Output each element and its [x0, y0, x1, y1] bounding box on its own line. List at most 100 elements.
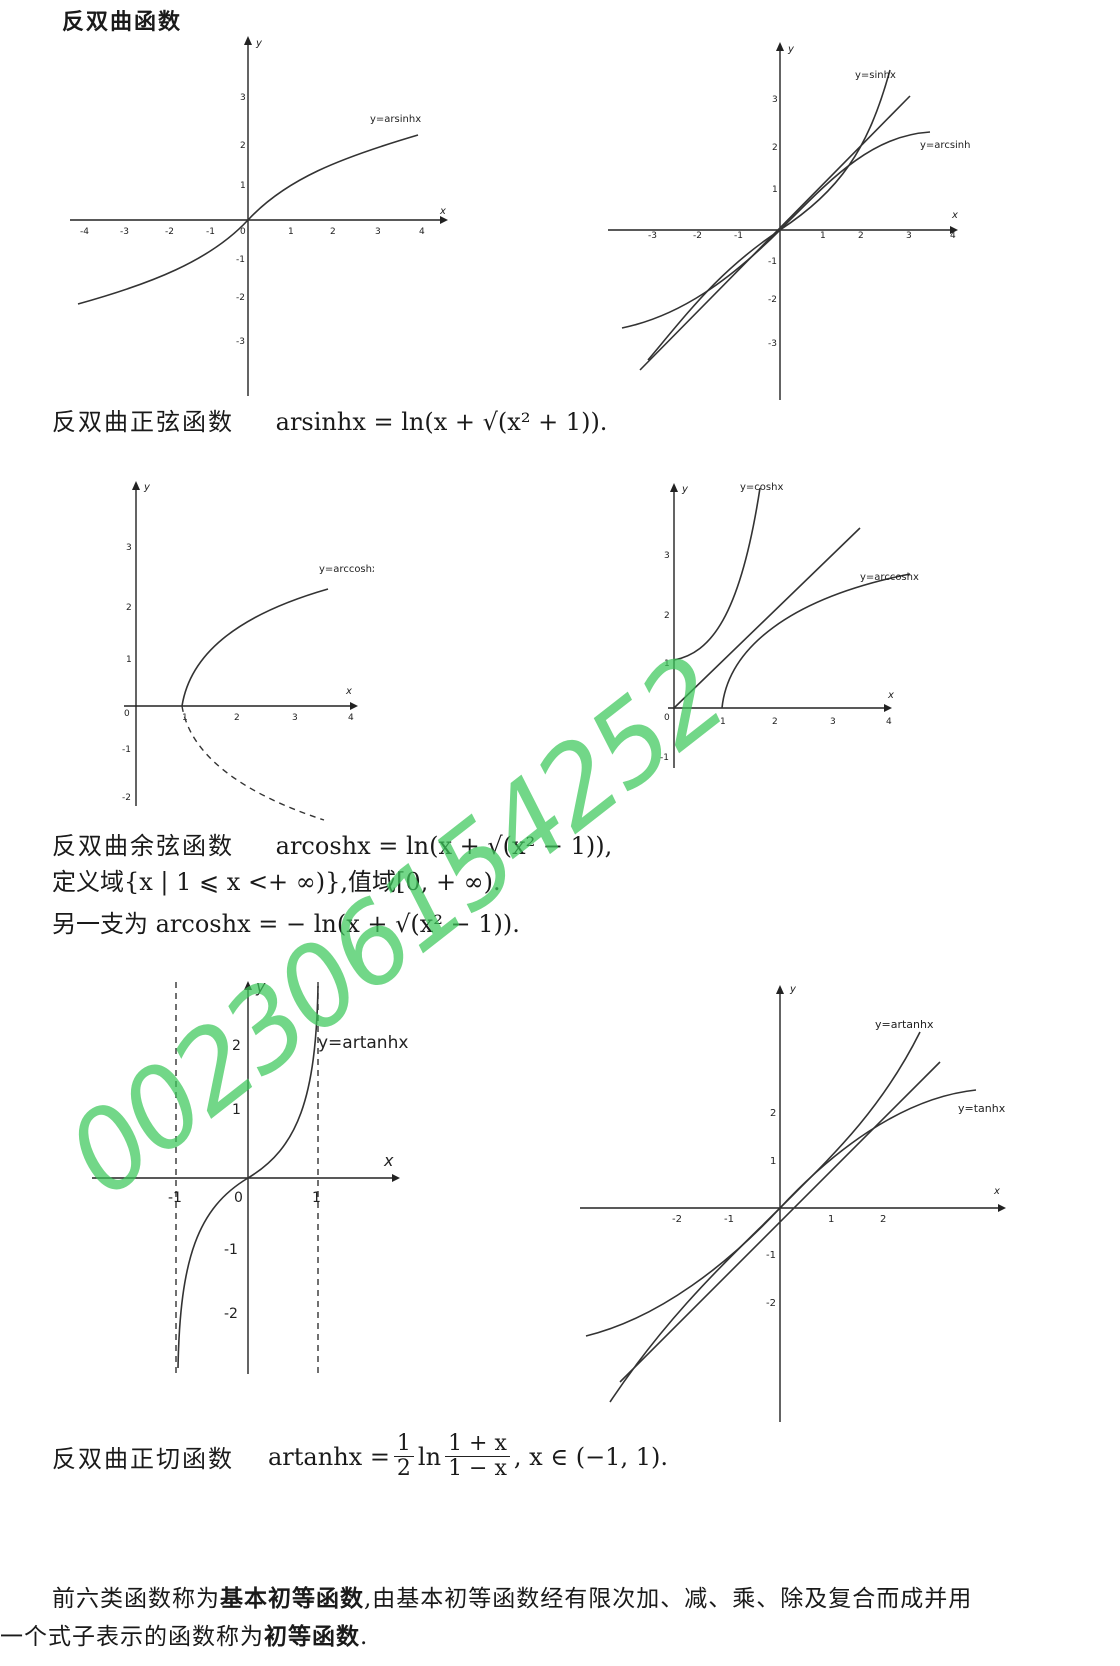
formula-lhs: artanhx =: [268, 1442, 390, 1471]
y-tick: 3: [126, 543, 132, 553]
fraction-denominator: 1 − x: [448, 1456, 507, 1482]
x-axis-label: x: [439, 206, 446, 217]
x-tick: 1: [820, 231, 826, 241]
y-tick: 2: [240, 141, 246, 151]
x-axis-arrow: [392, 1174, 400, 1182]
x-tick: -4: [80, 227, 89, 237]
closing-text: .: [360, 1624, 369, 1650]
y-tick: -3: [768, 339, 777, 349]
y-tick: -1: [236, 255, 245, 265]
y-tick: -1: [224, 1242, 238, 1258]
y-tick: -2: [236, 293, 245, 303]
x-tick: 2: [330, 227, 336, 237]
x-tick-labels: 0 1 2 3 4: [124, 709, 354, 723]
y-axis-arrow: [776, 985, 784, 994]
closing-text: 一个式子表示的函数称为: [0, 1624, 264, 1650]
term-elementary: 初等函数: [264, 1624, 360, 1650]
y-tick-labels: -2 -1 1 2 3: [122, 543, 132, 803]
y-tick: -2: [122, 793, 131, 803]
y-tick: -1: [122, 745, 131, 755]
formula-tail: , x ∈ (−1, 1).: [513, 1442, 668, 1471]
x-axis-arrow: [998, 1204, 1006, 1212]
curve-label-tanh: y=tanhx: [958, 1102, 1006, 1115]
fraction-numerator: 1 + x: [445, 1431, 510, 1458]
x-tick: 2: [858, 231, 864, 241]
x-tick: -3: [120, 227, 129, 237]
x-tick: 1: [288, 227, 294, 237]
curve-label-cosh: y=coshx: [740, 482, 783, 493]
y-axis-arrow: [244, 36, 252, 45]
y-tick: -2: [768, 295, 777, 305]
x-tick: -2: [672, 1214, 682, 1225]
formula-arsinh: 反双曲正弦函数 arsinhx = ln(x + √(x² + 1)).: [52, 402, 607, 437]
x-tick-labels: -1 0 1: [168, 1190, 321, 1206]
y-tick-labels: -3 -2 -1 1 2 3: [768, 95, 778, 349]
y-tick: 2: [770, 1108, 776, 1119]
y-axis-label: y: [787, 44, 795, 55]
y-axis-label: y: [143, 482, 151, 493]
sinh-curve: [647, 69, 891, 361]
y-tick: 1: [772, 185, 778, 195]
closing-line-1: 前六类函数称为基本初等函数,由基本初等函数经有限次加、减、乘、除及复合而成并用: [52, 1580, 1112, 1618]
graph-sinh-arsinh: x y -3 -2 -1 1 2 3 4 -3 -2 -1 1 2 3 y=si…: [608, 42, 970, 400]
x-tick-labels: -4 -3 -2 -1 0 1 2 3 4: [80, 227, 425, 237]
fraction-log-argument: 1 + x 1 − x: [445, 1431, 510, 1482]
y-axis-label: y: [789, 984, 797, 995]
curve-label-arcosh: y=arccoshx: [319, 564, 374, 575]
y-tick: 3: [240, 93, 246, 103]
curve-label-arsinh: y=arcsinhx: [920, 140, 970, 151]
y-axis-label: y: [681, 484, 689, 495]
x-axis-arrow: [440, 216, 448, 224]
x-tick: 3: [292, 713, 298, 723]
y-tick: 3: [772, 95, 778, 105]
y-axis-label: y: [255, 38, 263, 49]
x-tick: -1: [734, 231, 743, 241]
formula-expression: arsinhx = ln(x + √(x² + 1)).: [275, 408, 608, 436]
cosh-curve: [673, 487, 761, 661]
tanh-curve: [585, 1089, 977, 1337]
x-axis-label: x: [383, 1151, 394, 1170]
y-tick: -3: [236, 337, 245, 347]
curve-label-arsinh: y=arsinhx: [370, 114, 421, 125]
y-tick: 1: [770, 1156, 776, 1167]
y-tick: 2: [126, 603, 132, 613]
closing-line-2: 一个式子表示的函数称为初等函数.: [0, 1618, 1112, 1656]
x-tick: 3: [830, 717, 836, 727]
x-tick: 2: [772, 717, 778, 727]
x-axis-label: x: [345, 686, 352, 697]
graph-arcosh: x y 0 1 2 3 4 -2 -1 1 2 3 y=arccoshx: [122, 481, 374, 821]
x-axis-label: x: [887, 690, 894, 701]
y-tick: -2: [766, 1298, 776, 1309]
x-tick: 0: [124, 709, 130, 719]
y-tick: 1: [126, 655, 132, 665]
x-tick: 0: [240, 227, 246, 237]
y-tick: 2: [772, 143, 778, 153]
x-tick: 4: [886, 717, 892, 727]
x-tick: 2: [880, 1214, 886, 1225]
x-tick: 4: [950, 231, 956, 241]
closing-text: 前六类函数称为: [52, 1586, 220, 1612]
y-axis-arrow: [670, 483, 678, 492]
ln-symbol: ln: [417, 1442, 442, 1471]
y-tick: 3: [664, 551, 670, 561]
arcosh-curve: [721, 573, 911, 709]
section-heading: 反双曲函数: [62, 10, 183, 35]
formula-label: 反双曲正弦函数: [52, 408, 234, 436]
curve-label-artanh: y=artanhx: [875, 1018, 934, 1031]
formula-label: 反双曲余弦函数: [52, 832, 234, 860]
x-axis-label: x: [951, 210, 958, 221]
y-axis-arrow: [776, 42, 784, 51]
x-tick: -2: [165, 227, 174, 237]
y-tick: 1: [240, 181, 246, 191]
term-basic-elementary: 基本初等函数: [220, 1586, 364, 1612]
x-tick: 4: [419, 227, 425, 237]
x-tick: -3: [648, 231, 657, 241]
x-tick: 1: [312, 1190, 321, 1206]
y-tick: 2: [664, 611, 670, 621]
x-tick-labels: -3 -2 -1 1 2 3 4: [648, 231, 956, 241]
x-axis-arrow: [884, 704, 892, 712]
arcosh-other-branch: [181, 705, 325, 821]
x-tick: 2: [234, 713, 240, 723]
curve-label-sinh: y=sinhx: [855, 70, 896, 81]
formula-label: 反双曲正切函数: [52, 1445, 234, 1474]
